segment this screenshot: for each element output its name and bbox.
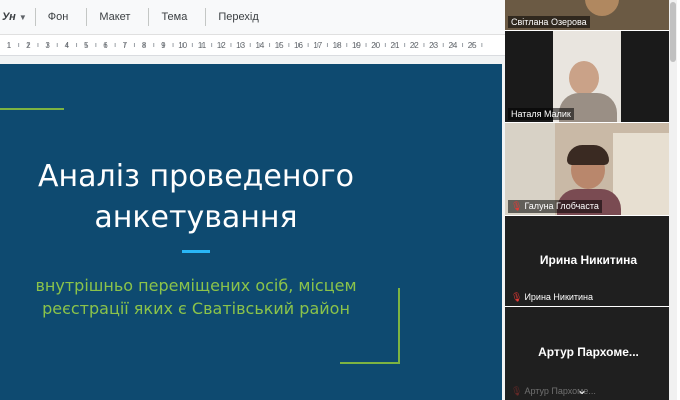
- ruler-number: 19: [352, 41, 361, 50]
- ruler-number: 7: [123, 41, 128, 50]
- participant-tile[interactable]: Світлана Озерова: [505, 0, 672, 30]
- background-button[interactable]: Фон: [44, 11, 73, 23]
- participant-tile[interactable]: Артур Пархоме... 🎙 Артур Пархоме... ⌄: [505, 307, 672, 400]
- participant-name-label: 🎙 Ирина Никитина: [508, 291, 596, 304]
- participant-tile[interactable]: Ирина Никитина 🎙 Ирина Никитина: [505, 216, 672, 306]
- participant-name: Ирина Никитина: [524, 292, 594, 302]
- mic-off-icon: 🎙: [511, 292, 523, 302]
- ruler-number: 14: [255, 41, 264, 50]
- ruler-number: 2: [26, 41, 31, 50]
- presentation-slide[interactable]: Аналіз проведеного анкетування внутрішнь…: [0, 64, 502, 400]
- ruler-number: 10: [178, 41, 187, 50]
- ruler-number: 18: [333, 41, 342, 50]
- participant-name: Галуна Глобчаста: [524, 201, 599, 211]
- ruler-number: 4: [65, 41, 70, 50]
- participant-display-name: Артур Пархоме...: [538, 345, 639, 359]
- participant-video: [585, 0, 619, 16]
- text-format-fragment[interactable]: Ун: [0, 11, 16, 23]
- ruler-number: 16: [294, 41, 303, 50]
- toolbar-divider: [205, 8, 207, 26]
- ruler-number: 8: [142, 41, 147, 50]
- editor-toolbar: Ун ▼ Фон Макет Тема Перехід: [0, 0, 505, 35]
- toolbar-divider: [148, 8, 150, 26]
- ruler-number: 12: [217, 41, 226, 50]
- ruler-scale: 1 2 3 4 5 6 7 8 9 10 11 12 13 14 15 16 17 18 19 20 21 22 23 24 2…: [7, 41, 483, 50]
- ruler-number: 23: [429, 41, 438, 50]
- decorative-frame-vertical: [398, 288, 400, 364]
- accent-line-middle: [182, 250, 210, 253]
- ruler-number: 24: [448, 41, 457, 50]
- transition-button[interactable]: Перехід: [214, 11, 262, 23]
- theme-button[interactable]: Тема: [157, 11, 191, 23]
- ruler-number: 13: [236, 41, 245, 50]
- decorative-frame-horizontal: [340, 362, 400, 364]
- ruler-number: 17: [313, 41, 322, 50]
- slide-title-line: Аналіз проведеного: [38, 159, 354, 194]
- mic-off-icon: 🎙: [511, 201, 523, 211]
- chevron-down-icon[interactable]: ⌄: [577, 383, 587, 397]
- ruler-number: 5: [84, 41, 89, 50]
- slide-title-line: анкетування: [94, 200, 298, 235]
- participant-display-name: Ирина Никитина: [539, 253, 638, 267]
- participant-name: Наталя Малик: [508, 108, 574, 120]
- slide-subtitle[interactable]: внутрішньо переміщених осіб, місцем реєс…: [0, 274, 392, 320]
- ruler-number: 1: [7, 41, 12, 50]
- slide-subtitle-line: внутрішньо переміщених осіб, місцем: [35, 276, 357, 295]
- participant-face: [569, 61, 599, 95]
- participant-tile[interactable]: 🎙 Галуна Глобчаста: [505, 123, 672, 215]
- participant-hair: [567, 145, 609, 165]
- participant-name: Світлана Озерова: [508, 16, 590, 28]
- toolbar-divider: [86, 8, 88, 26]
- ruler-number: 11: [198, 41, 207, 50]
- ruler-number: 6: [103, 41, 108, 50]
- ruler-number: 21: [391, 41, 400, 50]
- participant-name-label: 🎙 Галуна Глобчаста: [508, 200, 602, 213]
- ruler-number: 15: [275, 41, 284, 50]
- participant-tile[interactable]: Наталя Малик: [505, 31, 672, 122]
- ruler-number: 3: [45, 41, 50, 50]
- ruler-number: 9: [161, 41, 166, 50]
- slide-title[interactable]: Аналіз проведеного анкетування: [0, 156, 392, 238]
- layout-button[interactable]: Макет: [95, 11, 134, 23]
- ruler-number: 25: [468, 41, 477, 50]
- slide-subtitle-line: реєстрації яких є Сватівський район: [42, 299, 350, 318]
- toolbar-divider: [34, 8, 36, 26]
- panel-scrollbar-thumb[interactable]: [670, 2, 676, 62]
- horizontal-ruler[interactable]: 1 2 3 4 5 6 7 8 9 10 11 12 13 14 15 16 17 18 19 20 21 22 23 24 2…: [0, 35, 505, 56]
- participant-video-bg: [613, 133, 672, 215]
- chevron-down-icon[interactable]: ▼: [19, 13, 27, 22]
- ruler-number: 22: [410, 41, 419, 50]
- ruler-number: 20: [371, 41, 380, 50]
- participants-panel: Світлана Озерова Наталя Малик 🎙 Галуна Гл…: [505, 0, 680, 400]
- mic-off-icon: 🎙: [511, 386, 523, 396]
- accent-line-top: [0, 108, 64, 110]
